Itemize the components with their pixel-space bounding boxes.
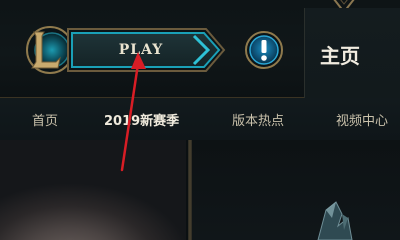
tab-home[interactable]: 主页 [304,8,400,98]
nav-item-video-center[interactable]: 视频中心 [336,98,388,140]
banner-image[interactable] [0,140,186,240]
tab-separator [304,8,305,98]
nav-item-patch-highlights[interactable]: 版本热点 [232,98,284,140]
nav-item-new-season[interactable]: 2019新赛季 [104,98,179,140]
nav-item-home[interactable]: 首页 [32,98,58,140]
alert-icon [245,31,283,69]
side-panel [192,140,400,240]
main-nav: 首页 2019新赛季 版本热点 视频中心 [0,98,400,140]
play-button[interactable]: PLAY [66,26,228,74]
alert-button[interactable] [244,30,284,70]
tab-home-label: 主页 [320,44,360,68]
champion-figure-icon [317,201,353,240]
play-button-label: PLAY [118,42,164,58]
